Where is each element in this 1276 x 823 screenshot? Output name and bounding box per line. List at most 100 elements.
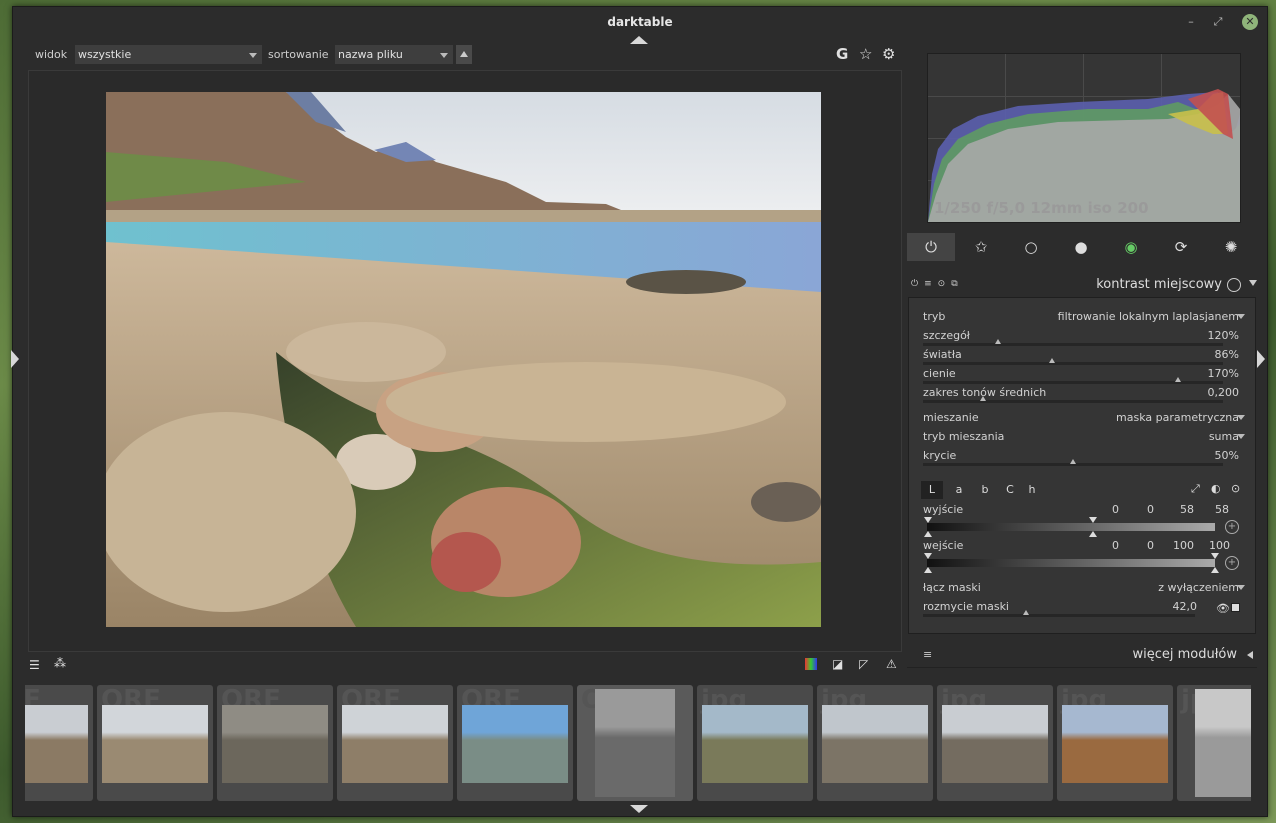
collapse-left-panel-arrow-icon[interactable] bbox=[11, 350, 19, 368]
input-value-3: 100 bbox=[1209, 539, 1230, 552]
tab-a[interactable]: a bbox=[948, 481, 970, 499]
grouping-g-icon[interactable]: G bbox=[836, 45, 848, 63]
collapse-bottom-panel-arrow-icon[interactable] bbox=[630, 805, 648, 813]
dropdown-row[interactable]: tryb mieszania suma bbox=[923, 430, 1245, 448]
input-value-2: 100 bbox=[1173, 539, 1194, 552]
filmstrip-thumbnail[interactable]: jpg bbox=[1177, 685, 1251, 801]
view-label: widok bbox=[35, 48, 68, 61]
tab-b[interactable]: b bbox=[974, 481, 996, 499]
overexposure-icon[interactable]: ◪ bbox=[832, 657, 843, 671]
combine-value: z wyłączeniem bbox=[1158, 581, 1239, 594]
rotate-icon[interactable]: ⟳ bbox=[1157, 233, 1205, 261]
mask-display-icon[interactable] bbox=[1231, 603, 1240, 612]
gamut-warning-icon[interactable]: ⚠ bbox=[886, 657, 897, 671]
slider-track[interactable] bbox=[923, 396, 1223, 403]
filmstrip-thumbnail[interactable]: ORF bbox=[457, 685, 573, 801]
chevron-left-icon[interactable] bbox=[1247, 651, 1253, 659]
invert-icon[interactable]: ◐ bbox=[1211, 482, 1221, 495]
output-handle[interactable] bbox=[1089, 531, 1097, 537]
output-handle[interactable] bbox=[1089, 517, 1097, 523]
dropdown-row[interactable]: tryb filtrowanie lokalnym laplasjanem bbox=[923, 310, 1245, 328]
close-button[interactable]: ✕ bbox=[1242, 14, 1258, 30]
main-photo[interactable] bbox=[106, 92, 821, 627]
dropdown-row[interactable]: mieszanie maska parametryczna bbox=[923, 411, 1245, 429]
sort-dropdown[interactable]: nazwa pliku bbox=[335, 45, 453, 64]
slider-knob[interactable] bbox=[980, 396, 986, 401]
eye-icon[interactable]: 👁 bbox=[1216, 602, 1230, 615]
filmstrip-thumbnail[interactable]: ORF bbox=[97, 685, 213, 801]
collapse-top-panel-arrow-icon[interactable] bbox=[630, 36, 648, 44]
module-header[interactable]: ⏻≡⊙⧉ kontrast miejscowy bbox=[907, 275, 1257, 297]
menu-icon[interactable]: ≡ bbox=[923, 648, 932, 661]
maximize-button[interactable]: ⤢ bbox=[1210, 14, 1226, 30]
output-handle[interactable] bbox=[924, 517, 932, 523]
slider-knob[interactable] bbox=[1023, 610, 1030, 615]
sphere-icon[interactable]: ● bbox=[1057, 233, 1105, 261]
thumbnail-image bbox=[595, 689, 675, 797]
mask-blur-slider[interactable] bbox=[923, 610, 1195, 617]
styles-icon[interactable]: ⁂ bbox=[54, 656, 66, 670]
star-icon[interactable]: ☆ bbox=[859, 45, 872, 63]
slider-track[interactable] bbox=[923, 339, 1223, 346]
input-handle[interactable] bbox=[1211, 567, 1219, 573]
row-value: 86% bbox=[1214, 348, 1239, 361]
slider-track[interactable] bbox=[923, 358, 1223, 365]
filmstrip-thumbnail[interactable]: ORF bbox=[25, 685, 93, 801]
output-add-icon[interactable]: + bbox=[1225, 520, 1239, 534]
histogram[interactable]: 1/250 f/5,0 12mm iso 200 bbox=[927, 53, 1241, 223]
sort-dropdown-value: nazwa pliku bbox=[338, 48, 403, 61]
slider-knob[interactable] bbox=[1049, 358, 1055, 363]
title-bar: darktable – ⤢ ✕ bbox=[13, 7, 1267, 37]
minimize-button[interactable]: – bbox=[1183, 14, 1199, 30]
thumbnail-image bbox=[702, 705, 808, 783]
filmstrip-thumbnail[interactable]: jpg bbox=[817, 685, 933, 801]
menu-icon[interactable]: ☰ bbox=[29, 658, 40, 672]
thumbnail-image bbox=[462, 705, 568, 783]
picker-icon[interactable]: ⤢ bbox=[1191, 482, 1200, 496]
color-circle-icon[interactable]: ◉ bbox=[1107, 233, 1155, 261]
output-handle[interactable] bbox=[924, 531, 932, 537]
input-handle[interactable] bbox=[924, 553, 932, 559]
star-icon[interactable]: ✩ bbox=[957, 233, 1005, 261]
aperture-icon[interactable]: ✺ bbox=[1207, 233, 1255, 261]
presets-arrow-icon[interactable] bbox=[1249, 280, 1257, 286]
circle-icon[interactable]: ○ bbox=[1007, 233, 1055, 261]
module-toggle-icon[interactable] bbox=[1227, 278, 1241, 292]
tab-L[interactable]: L bbox=[921, 481, 943, 499]
darktable-window: darktable – ⤢ ✕ widok wszystkie sortowan… bbox=[11, 6, 1268, 817]
input-add-icon[interactable]: + bbox=[1225, 556, 1239, 570]
input-gradient-slider[interactable] bbox=[927, 559, 1215, 567]
chevron-down-icon bbox=[1237, 415, 1245, 420]
filmstrip-thumbnail[interactable]: jpg bbox=[697, 685, 813, 801]
power-icon[interactable]: ⏻ bbox=[907, 233, 955, 261]
more-modules-section[interactable]: ≡ więcej modułów bbox=[907, 645, 1257, 668]
softproof-icon[interactable]: ◸ bbox=[859, 657, 868, 671]
filmstrip-thumbnail[interactable]: jpg bbox=[1057, 685, 1173, 801]
view-dropdown[interactable]: wszystkie bbox=[75, 45, 262, 64]
slider-knob[interactable] bbox=[995, 339, 1001, 344]
thumbnail-image bbox=[1062, 705, 1168, 783]
slider-knob[interactable] bbox=[1070, 459, 1076, 464]
module-title: kontrast miejscowy bbox=[1096, 277, 1222, 292]
combine-masks-row[interactable]: łącz maski z wyłączeniem bbox=[923, 581, 1245, 599]
slider-track[interactable] bbox=[923, 459, 1223, 466]
input-handle[interactable] bbox=[1211, 553, 1219, 559]
tab-C[interactable]: C bbox=[999, 481, 1021, 499]
filmstrip-thumbnail[interactable]: ORF bbox=[337, 685, 453, 801]
color-assessment-icon[interactable] bbox=[805, 658, 817, 670]
module-header-icons[interactable]: ⏻≡⊙⧉ bbox=[911, 279, 964, 289]
reset-icon[interactable]: ⊙ bbox=[1231, 482, 1240, 495]
sort-direction-button[interactable] bbox=[456, 45, 472, 64]
collapse-right-panel-arrow-icon[interactable] bbox=[1257, 350, 1265, 368]
slider-knob[interactable] bbox=[1175, 377, 1181, 382]
tab-h[interactable]: h bbox=[1021, 481, 1043, 499]
filmstrip-thumbnail[interactable]: ORF bbox=[577, 685, 693, 801]
slider-track[interactable] bbox=[923, 377, 1223, 384]
thumbnail-image bbox=[822, 705, 928, 783]
output-gradient-slider[interactable] bbox=[927, 523, 1215, 531]
thumbnail-image bbox=[342, 705, 448, 783]
filmstrip-thumbnail[interactable]: ORF bbox=[217, 685, 333, 801]
filmstrip-thumbnail[interactable]: jpg bbox=[937, 685, 1053, 801]
gear-icon[interactable]: ⚙ bbox=[882, 45, 895, 63]
input-handle[interactable] bbox=[924, 567, 932, 573]
